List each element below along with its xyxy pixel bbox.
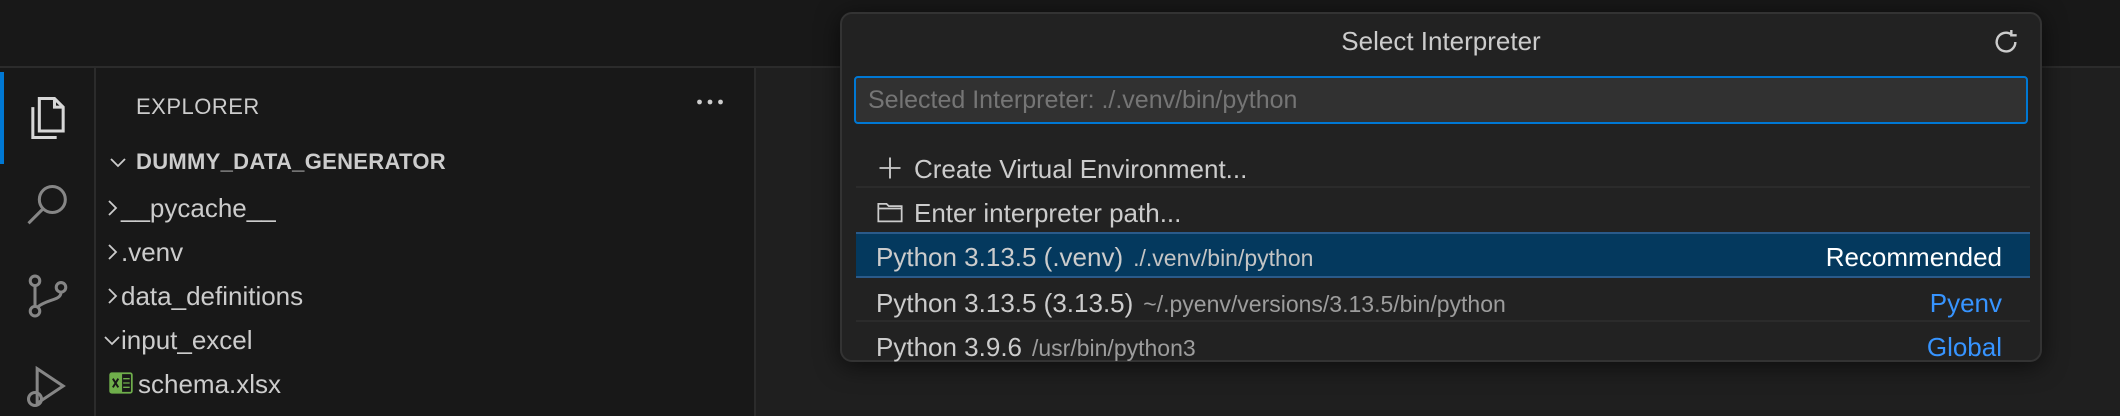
quickpick-title: Select Interpreter <box>1341 26 1541 56</box>
interpreter-search-input[interactable] <box>854 76 2028 124</box>
interpreter-path: /usr/bin/python3 <box>1032 335 1196 361</box>
interpreter-name: Python 3.9.6 <box>876 332 1022 362</box>
tree-item-label: .venv <box>121 236 184 267</box>
interpreter-option-global[interactable]: Python 3.9.6/usr/bin/python3 Global <box>856 324 2030 366</box>
explorer-sidebar: EXPLORER DUMMY_DATA_GENERATOR __pycache_… <box>96 68 756 416</box>
activity-bar <box>0 68 96 416</box>
refresh-icon[interactable] <box>1990 26 2022 58</box>
interpreter-name: Python 3.13.5 (3.13.5) <box>876 288 1134 318</box>
interpreter-tag: Global <box>1926 332 2002 362</box>
tree-item-venv[interactable]: .venv <box>96 230 752 274</box>
option-label: Create Virtual Environment... <box>914 154 1248 184</box>
explorer-title: EXPLORER <box>136 94 260 119</box>
interpreter-tag: Pyenv <box>1929 288 2002 318</box>
explorer-icon[interactable] <box>22 92 74 144</box>
root-folder-label: DUMMY_DATA_GENERATOR <box>136 149 446 174</box>
tree-root-folder[interactable]: DUMMY_DATA_GENERATOR <box>96 140 752 184</box>
interpreter-option-pyenv[interactable]: Python 3.13.5 (3.13.5) ~/.pyenv/versions/… <box>856 280 2030 322</box>
interpreter-option-venv[interactable]: Python 3.13.5 (.venv) ./.venv/bin/python … <box>856 232 2030 278</box>
create-venv-option[interactable]: Create Virtual Environment... <box>856 146 2030 188</box>
more-actions-icon[interactable] <box>692 84 728 120</box>
tree-item-data-definitions[interactable]: data_definitions <box>96 274 752 318</box>
enter-path-option[interactable]: Enter interpreter path... <box>856 190 2030 232</box>
folder-icon <box>877 202 903 223</box>
tree-item-label: data_definitions <box>121 280 304 311</box>
chevron-down-icon <box>110 158 126 168</box>
interpreter-tag: Recommended <box>1825 242 2002 272</box>
active-indicator <box>0 72 4 164</box>
tree-item-schema-xlsx[interactable]: schema.xlsx <box>96 362 752 406</box>
tree-item-label: __pycache__ <box>121 192 276 223</box>
source-control-icon[interactable] <box>22 270 74 322</box>
tree-item-pycache[interactable]: __pycache__ <box>96 186 752 230</box>
search-icon[interactable] <box>22 180 74 232</box>
select-interpreter-quickpick: Select Interpreter Create Virtual Enviro… <box>840 12 2042 362</box>
interpreter-path: ./.venv/bin/python <box>1133 245 1314 271</box>
interpreter-path: ~/.pyenv/versions/3.13.5/bin/python <box>1143 291 1506 317</box>
interpreter-name: Python 3.13.5 (.venv) <box>876 242 1124 272</box>
tree-item-label: input_excel <box>121 324 253 355</box>
run-debug-icon[interactable] <box>22 360 74 412</box>
plus-icon <box>879 157 901 179</box>
excel-file-icon <box>109 372 133 394</box>
tree-item-label: schema.xlsx <box>138 368 282 399</box>
tree-item-input-excel[interactable]: input_excel <box>96 318 752 362</box>
option-label: Enter interpreter path... <box>914 198 1182 228</box>
